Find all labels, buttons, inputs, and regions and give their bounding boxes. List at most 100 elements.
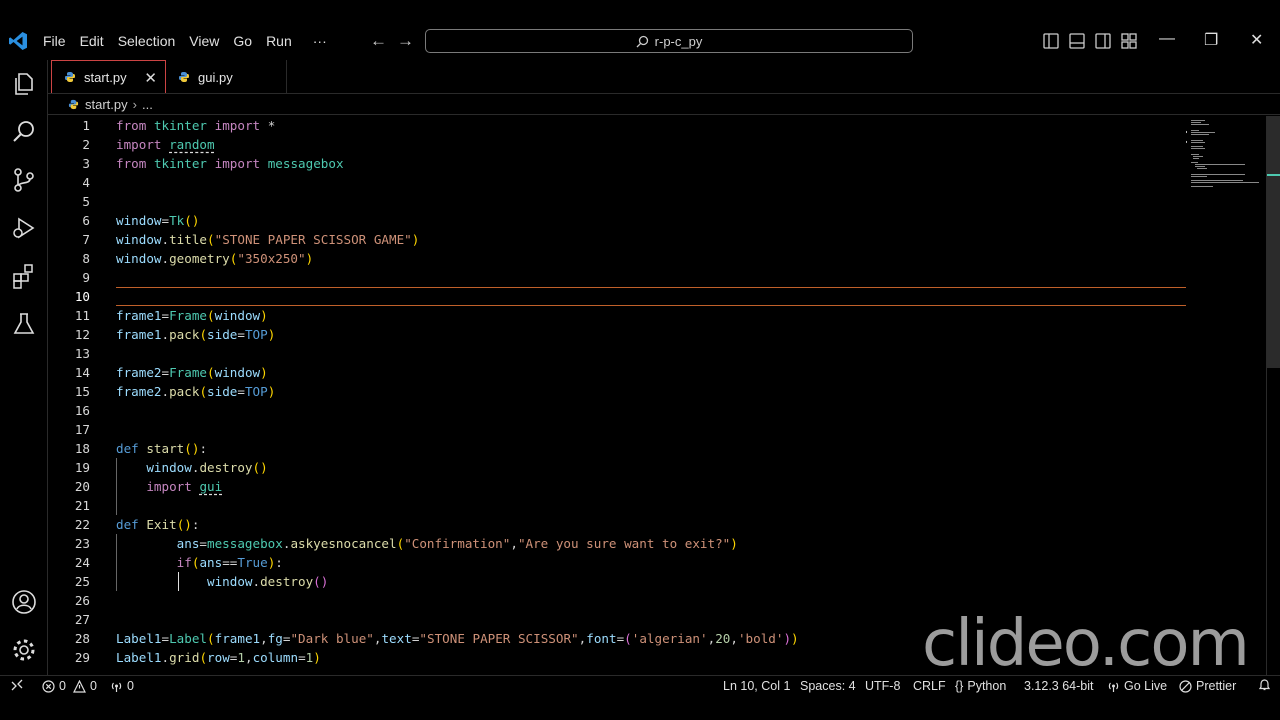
menu-file[interactable]: File bbox=[36, 32, 73, 50]
code-line: 6 window=Tk() bbox=[82, 213, 200, 228]
tab-label: start.py bbox=[84, 69, 127, 85]
menu-go[interactable]: Go bbox=[226, 32, 259, 50]
minimap[interactable] bbox=[1187, 116, 1267, 675]
title-bar: File Edit Selection View Go Run ··· ← → … bbox=[0, 0, 1280, 60]
broadcast-icon bbox=[111, 682, 122, 692]
notifications-icon[interactable] bbox=[1258, 678, 1271, 691]
braces-icon: {} bbox=[955, 679, 964, 693]
run-debug-icon[interactable] bbox=[10, 214, 38, 242]
encoding[interactable]: UTF-8 bbox=[865, 678, 900, 694]
code-line: 22 def Exit(): bbox=[74, 517, 200, 532]
code-line: 4 bbox=[82, 175, 90, 190]
minimize-icon[interactable]: — bbox=[1159, 30, 1175, 48]
code-editor[interactable]: 1 from tkinter import * 2 import random 3f… bbox=[48, 116, 1186, 675]
cursor-position[interactable]: Ln 10, Col 1 bbox=[723, 678, 790, 694]
clideo-watermark: clideo.com bbox=[922, 607, 1250, 681]
remote-indicator[interactable] bbox=[10, 678, 24, 692]
code-line: 25 window.destroy() bbox=[74, 574, 329, 589]
warning-icon bbox=[72, 679, 86, 693]
menu-more[interactable]: ··· bbox=[299, 32, 334, 50]
prettier-icon bbox=[1179, 679, 1192, 693]
close-window-icon[interactable]: ✕ bbox=[1250, 30, 1263, 50]
error-icon bbox=[42, 679, 55, 693]
code-line: 20 import gui bbox=[74, 479, 223, 494]
ports-indicator[interactable]: 0 bbox=[110, 678, 134, 694]
warning-count: 0 bbox=[89, 679, 97, 693]
go-live-label: Go Live bbox=[1124, 679, 1168, 693]
customize-layout-icon[interactable] bbox=[1120, 32, 1138, 50]
go-live-button[interactable]: Go Live bbox=[1107, 678, 1167, 694]
editor-scrollbar[interactable] bbox=[1266, 116, 1280, 675]
python-file-icon bbox=[65, 72, 75, 82]
code-line: 1 from tkinter import * bbox=[82, 118, 276, 133]
problems-indicator[interactable]: 0 0 bbox=[42, 678, 97, 694]
code-line: 14 frame2=Frame(window) bbox=[74, 365, 268, 380]
code-line: 9 bbox=[82, 270, 90, 285]
letterbox-bottom bbox=[0, 695, 1280, 720]
source-control-icon[interactable] bbox=[10, 166, 38, 194]
accounts-icon[interactable] bbox=[10, 588, 38, 616]
activity-bar bbox=[0, 60, 48, 675]
python-file-icon bbox=[68, 99, 79, 110]
search-icon bbox=[636, 35, 648, 47]
breadcrumb-rest[interactable]: ... bbox=[142, 97, 153, 112]
close-tab-icon[interactable]: ✕ bbox=[144, 69, 157, 87]
explorer-icon[interactable] bbox=[10, 70, 38, 98]
code-line: 3 from tkinter import messagebox bbox=[82, 156, 344, 171]
error-count: 0 bbox=[59, 679, 66, 693]
breadcrumb-file[interactable]: start.py bbox=[85, 97, 128, 112]
code-line: 21 bbox=[74, 498, 90, 513]
code-line: 15 frame2.pack(side=TOP) bbox=[74, 384, 276, 399]
menu-selection[interactable]: Selection bbox=[111, 32, 183, 50]
language-mode[interactable]: {} Python bbox=[955, 678, 1006, 694]
editor-tabs: start.py ✕ gui.py ⋯ bbox=[48, 60, 1280, 145]
settings-gear-icon[interactable] bbox=[10, 636, 38, 664]
menu-run[interactable]: Run bbox=[259, 32, 299, 50]
ports-count: 0 bbox=[127, 679, 134, 693]
code-line: 7 window.title("STONE PAPER SCISSOR GAME"… bbox=[82, 232, 420, 247]
code-line: 11 frame1=Frame(window) bbox=[74, 308, 268, 323]
end-of-line[interactable]: CRLF bbox=[913, 678, 946, 694]
menu-view[interactable]: View bbox=[182, 32, 226, 50]
code-line: 13 bbox=[74, 346, 90, 361]
scrollbar-thumb[interactable] bbox=[1267, 116, 1280, 368]
toggle-secondary-sidebar-icon[interactable] bbox=[1094, 32, 1112, 50]
code-line: 18 def start(): bbox=[74, 441, 208, 456]
menu-edit[interactable]: Edit bbox=[73, 32, 111, 50]
code-line: 16 bbox=[74, 403, 90, 418]
back-arrow-icon[interactable]: ← bbox=[370, 32, 387, 50]
extensions-icon[interactable] bbox=[10, 262, 38, 290]
toggle-sidebar-icon[interactable] bbox=[1042, 32, 1060, 50]
tab-label: gui.py bbox=[198, 69, 233, 85]
code-line: 19 window.destroy() bbox=[74, 460, 268, 475]
command-center-search[interactable]: r-p-c_py bbox=[425, 29, 913, 53]
vscode-logo-icon bbox=[9, 32, 27, 50]
forward-arrow-icon[interactable]: → bbox=[397, 32, 414, 50]
prettier-status[interactable]: Prettier bbox=[1179, 678, 1236, 694]
tab-gui-py[interactable]: gui.py bbox=[166, 60, 287, 94]
code-line: 5 bbox=[82, 194, 90, 209]
toggle-panel-icon[interactable] bbox=[1068, 32, 1086, 50]
scrollbar-marker bbox=[1267, 174, 1280, 176]
chevron-right-icon: › bbox=[132, 97, 137, 112]
menu-bar: File Edit Selection View Go Run ··· bbox=[36, 32, 334, 50]
tab-start-py[interactable]: start.py ✕ bbox=[51, 60, 166, 93]
prettier-label: Prettier bbox=[1196, 679, 1237, 693]
restore-icon[interactable]: ❐ bbox=[1204, 30, 1218, 50]
code-line: 12 frame1.pack(side=TOP) bbox=[74, 327, 276, 342]
language-label: Python bbox=[967, 679, 1007, 693]
search-text: r-p-c_py bbox=[654, 33, 703, 49]
code-line: 2 import random bbox=[82, 137, 215, 152]
remote-icon bbox=[11, 679, 23, 691]
python-file-icon bbox=[179, 72, 189, 82]
broadcast-icon bbox=[1108, 682, 1119, 692]
python-interpreter[interactable]: 3.12.3 64-bit bbox=[1024, 678, 1094, 694]
status-bar: 0 0 0 Ln 10, Col 1 Spaces: 4 UTF-8 CRLF … bbox=[0, 675, 1280, 695]
breadcrumb: start.py › ... bbox=[48, 95, 1280, 115]
code-line: 24 if(ans==True): bbox=[74, 555, 283, 570]
testing-icon[interactable] bbox=[10, 310, 38, 338]
search-view-icon[interactable] bbox=[10, 118, 38, 146]
indentation[interactable]: Spaces: 4 bbox=[800, 678, 856, 694]
code-line: 23 ans=messagebox.askyesnocancel("Confir… bbox=[74, 536, 738, 551]
code-line-current: 10 bbox=[74, 289, 90, 304]
